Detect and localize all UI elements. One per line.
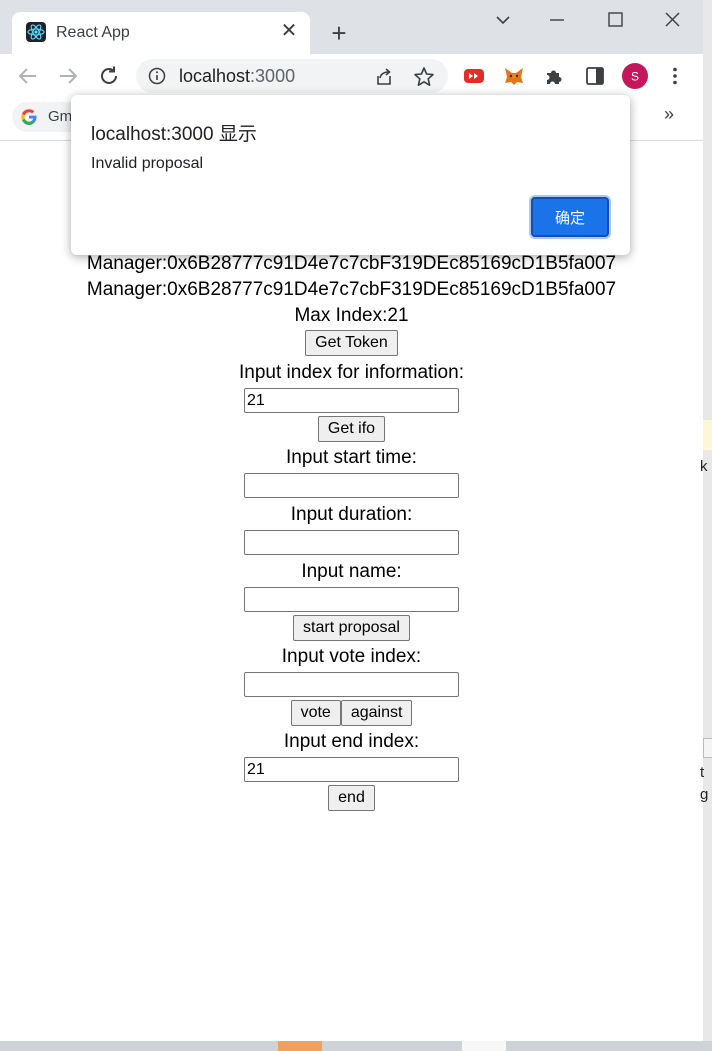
maximize-icon[interactable] (600, 8, 630, 32)
get-token-button[interactable]: Get Token (305, 330, 398, 356)
get-info-button[interactable]: Get ifo (317, 416, 386, 442)
alert-dialog: localhost:3000 显示 Invalid proposal 确定 (71, 95, 630, 255)
share-icon[interactable] (373, 66, 395, 88)
taskbar-edge (0, 1041, 712, 1051)
address-port: :3000 (250, 66, 296, 86)
against-button[interactable]: against (340, 700, 413, 726)
reload-icon[interactable] (97, 64, 121, 88)
manager-address-2: Manager:0x6B28777c91D4e7c7cbF319DEc85169… (86, 279, 617, 300)
close-window-icon[interactable] (658, 8, 688, 32)
browser-toolbar: localhost:3000 S (0, 54, 703, 98)
vote-index-label: Input vote index: (281, 646, 422, 667)
start-time-input[interactable] (244, 473, 459, 498)
address-bar[interactable]: localhost:3000 (136, 59, 448, 93)
info-index-input[interactable] (244, 388, 459, 413)
side-panel-icon[interactable] (584, 65, 606, 87)
address-host: localhost (179, 66, 251, 86)
site-info-icon[interactable] (148, 67, 166, 85)
taskbar-item-orange (278, 1041, 322, 1051)
extensions-puzzle-icon[interactable] (543, 65, 565, 87)
tab-strip: React App ✕ + (0, 0, 703, 54)
end-button[interactable]: end (328, 785, 375, 811)
dialog-title: localhost:3000 显示 (91, 124, 257, 145)
google-g-icon (21, 109, 37, 125)
profile-avatar[interactable]: S (622, 63, 648, 89)
page-viewport: Manager:0x6B28777c91D4e7c7cbF319DEc85169… (0, 141, 703, 1041)
forward-icon[interactable] (56, 64, 80, 88)
desktop-window-fragment-2 (703, 738, 712, 758)
react-logo-icon (26, 22, 46, 42)
duration-label: Input duration: (290, 504, 413, 525)
bookmark-label: Gm (48, 108, 73, 125)
bookmarks-overflow-icon[interactable]: » (664, 104, 674, 125)
name-label: Input name: (301, 561, 402, 582)
desktop-text-fragment-2: t (700, 764, 705, 781)
start-time-label: Input start time: (286, 447, 417, 468)
name-input[interactable] (244, 587, 459, 612)
back-icon[interactable] (16, 64, 40, 88)
desktop-text-fragment-3: g (700, 786, 709, 803)
minimize-icon[interactable] (542, 8, 572, 32)
desktop-text-fragment-1: k (700, 458, 708, 475)
dialog-message: Invalid proposal (91, 155, 204, 172)
browser-tab[interactable]: React App ✕ (12, 12, 310, 54)
info-index-label: Input index for information: (239, 362, 464, 383)
new-tab-button[interactable]: + (326, 20, 352, 46)
tab-close-icon[interactable]: ✕ (278, 20, 300, 42)
max-index-text: Max Index:21 (294, 305, 409, 326)
tab-search-icon[interactable] (488, 8, 518, 32)
desktop-edge (703, 0, 712, 1051)
dialog-ok-button[interactable]: 确定 (531, 197, 609, 237)
start-proposal-button[interactable]: start proposal (293, 615, 410, 641)
desktop-window-fragment (703, 420, 712, 450)
menu-kebab-icon[interactable] (664, 65, 686, 87)
end-index-label: Input end index: (283, 731, 420, 752)
taskbar-item-light (462, 1041, 506, 1051)
bookmark-star-icon[interactable] (413, 66, 435, 88)
dapp-content: Manager:0x6B28777c91D4e7c7cbF319DEc85169… (0, 251, 703, 812)
address-text: localhost:3000 (179, 66, 295, 87)
duration-input[interactable] (244, 530, 459, 555)
metamask-fox-icon[interactable] (503, 65, 525, 87)
vote-index-input[interactable] (244, 672, 459, 697)
youtube-extension-icon[interactable] (463, 65, 485, 87)
vote-button[interactable]: vote (290, 700, 341, 726)
end-index-input[interactable] (244, 757, 459, 782)
tab-title: React App (56, 24, 130, 41)
profile-initial: S (631, 70, 639, 84)
